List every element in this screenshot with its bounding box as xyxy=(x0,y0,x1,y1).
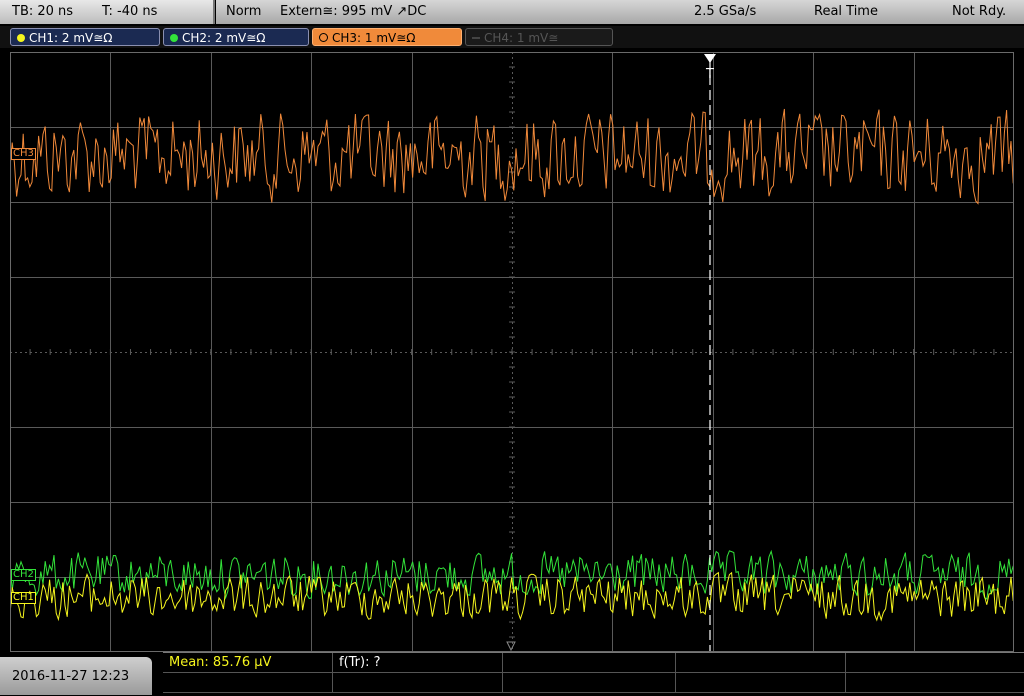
measurement-slot-9[interactable] xyxy=(676,673,846,693)
top-status-bar: TB: 20 ns T: -40 ns Norm Extern≅: 995 mV… xyxy=(0,0,1024,25)
measurement-slot-10[interactable] xyxy=(846,673,1024,693)
measurement-slot-8[interactable] xyxy=(503,673,676,693)
channel-3-offset-marker[interactable]: CH3 xyxy=(11,148,36,160)
channel-1-button[interactable]: CH1: 2 mV≅Ω xyxy=(10,28,160,46)
date-time-label: 2016-11-27 12:23 xyxy=(12,669,130,684)
measurement-slot-3[interactable] xyxy=(503,653,676,673)
channel-3-label: CH3: 1 mV≅Ω xyxy=(332,31,416,45)
channel-bar: CH1: 2 mV≅Ω CH2: 2 mV≅Ω CH3: 1 mV≅Ω CH4:… xyxy=(0,26,1024,48)
acquisition-mode-label: Real Time xyxy=(814,4,878,19)
channel-4-label: CH4: 1 mV≅ xyxy=(484,31,559,45)
trigger-mode-label: Norm xyxy=(226,4,262,19)
channel-2-dot-icon xyxy=(170,33,178,42)
channel-1-offset-marker[interactable]: CH1 xyxy=(11,592,36,604)
measurement-bar: Mean: 85.76 µV f(Tr): ? xyxy=(163,652,1024,696)
channel-3-dot-icon xyxy=(319,33,328,42)
channel-3-button[interactable]: CH3: 1 mV≅Ω xyxy=(312,28,462,46)
channel-2-button[interactable]: CH2: 2 mV≅Ω xyxy=(163,28,309,46)
measurement-slot-6[interactable] xyxy=(163,673,333,693)
date-time-box: 2016-11-27 12:23 xyxy=(0,657,152,695)
trigger-frequency-measurement[interactable]: f(Tr): ? xyxy=(333,653,503,673)
channel-1-label: CH1: 2 mV≅Ω xyxy=(29,31,113,45)
measurement-slot-7[interactable] xyxy=(333,673,503,693)
graticule-frame xyxy=(10,52,1014,652)
channel-4-button[interactable]: CH4: 1 mV≅ xyxy=(465,28,613,46)
timebase-label: TB: 20 ns xyxy=(12,4,74,19)
measurement-slot-5[interactable] xyxy=(846,653,1024,673)
ready-status-label: Not Rdy. xyxy=(952,4,1007,19)
acquisition-status-box[interactable]: Norm Extern≅: 995 mV ↗DC 2.5 GSa/s Real … xyxy=(216,0,1024,24)
mean-measurement[interactable]: Mean: 85.76 µV xyxy=(163,653,333,673)
trigger-time-label: T: -40 ns xyxy=(102,4,158,19)
trigger-source-label: Extern≅: 995 mV ↗DC xyxy=(280,4,427,19)
channel-2-offset-marker[interactable]: CH2 xyxy=(11,569,36,581)
channel-2-label: CH2: 2 mV≅Ω xyxy=(182,31,266,45)
channel-4-off-icon xyxy=(472,36,480,39)
timebase-box[interactable]: TB: 20 ns T: -40 ns xyxy=(0,0,215,24)
sample-rate-label: 2.5 GSa/s xyxy=(694,4,757,19)
measurement-slot-4[interactable] xyxy=(676,653,846,673)
channel-1-dot-icon xyxy=(17,33,25,42)
